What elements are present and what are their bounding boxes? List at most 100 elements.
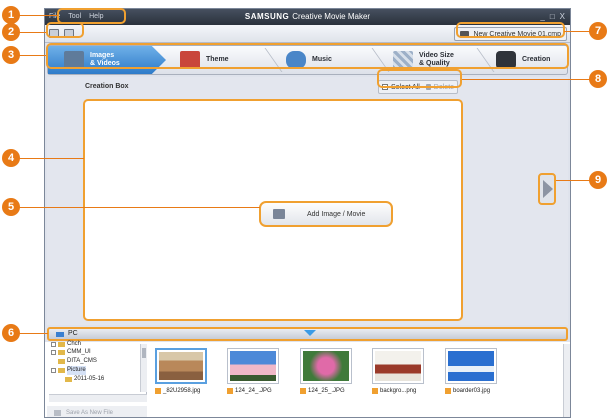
creation-box-title: Creation Box [85,83,129,90]
step-images-videos[interactable]: Images & Videos [48,46,166,74]
folder-tree: Chch CMM_UI DITA_CMS Picture 2011-05-16 [47,341,147,402]
leader-line [462,79,591,80]
step-sublabel: & Videos [90,60,120,67]
file-name-label: boarder03.jpg [453,388,491,394]
callout-3: 3 [2,46,20,64]
magic-hat-icon [496,51,516,69]
photo-thumbnail [303,351,349,381]
window-controls: _ □ X [540,11,565,23]
tree-item-label: CMM_UI [67,349,91,355]
theme-icon [180,51,200,69]
image-file-icon [155,388,161,394]
step-label: Theme [206,56,229,63]
callout-5: 5 [2,198,20,216]
save-as-label: Save As New File [66,409,114,416]
tree-vertical-scrollbar[interactable] [140,344,147,392]
video-size-icon [393,51,413,69]
scroll-thumb[interactable] [142,348,146,358]
callout-7: 7 [589,22,607,40]
tree-item-label: Picture [67,366,86,375]
tree-item-label: DITA_CMS [67,358,97,364]
creation-box[interactable]: Add Image / Movie [83,99,463,321]
project-file-name: New Creative Movie 01.cmp [473,30,561,38]
selection-toolbar: Select All Delete [378,80,458,94]
tree-horizontal-scrollbar[interactable] [49,394,147,402]
expand-icon [51,342,56,347]
minimize-button[interactable]: _ [540,11,544,23]
callout-8: 8 [589,70,607,88]
select-all-checkbox[interactable]: Select All [379,84,420,91]
callout-2: 2 [2,23,20,41]
delete-button[interactable]: Delete [425,84,454,91]
images-videos-icon [64,51,84,69]
thumbnail-frame [227,348,279,384]
open-project-icon[interactable] [49,29,59,38]
thumbnail-scrollbar[interactable] [563,344,570,417]
next-step-button[interactable] [538,173,556,205]
file-name-label: 124_24_.JPG [235,388,272,394]
file-name: 124_25_.JPG [300,388,345,394]
file-name-label: _82U2958.jpg [163,388,201,394]
app-name: Creative Movie Maker [292,12,371,21]
music-note-icon [286,51,306,69]
folder-icon [58,350,65,355]
file-name-label: backgro...png [380,388,417,394]
pc-label: PC [68,330,78,337]
file-name: 124_24_.JPG [227,388,272,394]
step-bar: Images & Videos Theme Music Video Size & Q… [47,45,568,75]
folder-open-icon [58,368,65,373]
tree-item-selected[interactable]: Picture [51,366,86,375]
leader-line [18,158,84,159]
image-file-icon [445,388,451,394]
folder-icon [65,377,72,382]
manual-figure: File Tool Help SAMSUNG Creative Movie Mak… [0,0,609,418]
image-file-icon [227,388,233,394]
add-image-movie-button[interactable]: Add Image / Movie [259,201,393,227]
title-bar: File Tool Help SAMSUNG Creative Movie Mak… [45,9,570,25]
thumbnail-frame [445,348,497,384]
callout-1: 1 [2,6,20,24]
photo-thumbnail [448,351,494,381]
thumbnail-frame [372,348,424,384]
add-image-movie-label: Add Image / Movie [307,210,366,218]
file-name: backgro...png [372,388,416,394]
main-panel: Creation Box Select All Delete Add Image… [47,77,568,325]
tree-item[interactable]: 2011-05-16 [65,375,104,384]
maximize-button[interactable]: □ [550,11,555,23]
close-button[interactable]: X [560,11,565,23]
step-sublabel: & Quality [419,60,450,67]
leader-line [556,180,591,181]
step-label: Video Size [419,52,454,59]
tree-item[interactable]: CMM_UI [51,348,91,357]
expand-icon [51,350,56,355]
app-window: File Tool Help SAMSUNG Creative Movie Mak… [44,8,571,418]
add-media-icon [273,209,285,219]
file-browser: Chch CMM_UI DITA_CMS Picture 2011-05-16 … [45,341,570,417]
tree-item-label: 2011-05-16 [74,376,105,382]
film-icon [460,30,470,38]
tree-item[interactable]: DITA_CMS [58,357,97,366]
step-creation[interactable]: Creation [496,46,568,74]
trash-icon [425,84,431,90]
step-label: Creation [522,56,551,63]
file-name: _82U2958.jpg [155,388,200,394]
thumbnail-grid: _82U2958.jpg 124_24_.JPG 124_25_.JPG bac… [155,348,555,417]
arrow-right-icon [543,180,553,198]
callout-4: 4 [2,149,20,167]
leader-line [18,333,48,334]
app-title: SAMSUNG Creative Movie Maker [45,11,570,23]
checkbox-icon [382,84,388,90]
leader-line [564,31,591,32]
image-file-icon [300,388,306,394]
project-file-button[interactable]: New Creative Movie 01.cmp [454,27,567,41]
thumbnail-frame [300,348,352,384]
leader-line [18,55,46,56]
select-all-label: Select All [391,83,420,91]
save-project-icon[interactable] [64,29,74,38]
collapse-icon [51,368,56,373]
folder-icon [58,342,65,347]
pc-browser-bar[interactable]: PC [47,327,568,341]
save-as-new-file-button[interactable]: Save As New File [47,406,147,417]
photo-thumbnail [230,351,276,381]
collapse-arrow-icon[interactable] [304,330,316,336]
